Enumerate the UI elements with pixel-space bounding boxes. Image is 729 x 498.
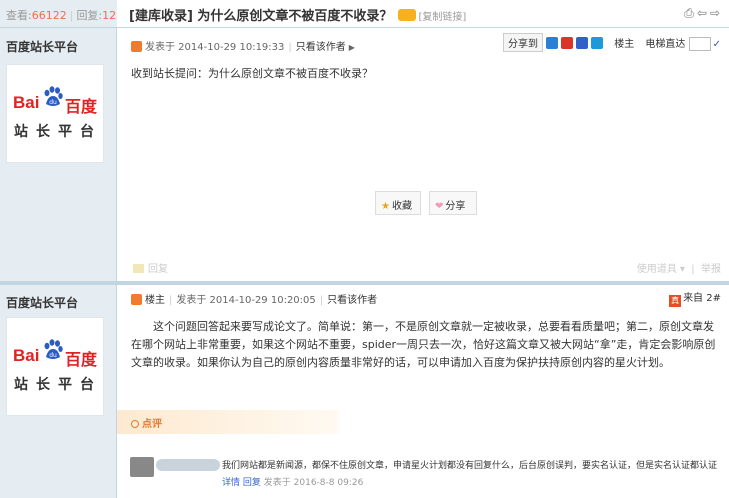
comment-text-block: 我们网站都是新闻源，都保不住原创文章，申请星火计划都没有回复什么，后台原创误判，… xyxy=(222,458,721,492)
only-author-link[interactable]: 只看该作者 xyxy=(327,295,377,306)
favorite-button[interactable]: ★ 收藏 xyxy=(375,191,421,215)
svg-text:du: du xyxy=(49,99,57,106)
thread-header: [建库收录] 为什么原创文章不被百度不收录？ [复制链接] ⎙⇦⇨ xyxy=(117,0,729,28)
avatar-logo-sub: 站长平台 xyxy=(14,124,102,140)
only-author-link[interactable]: 只看该作者 xyxy=(296,42,346,53)
share-label: 分享 xyxy=(445,201,466,212)
avatar[interactable]: Bai du 百度 站长平台 xyxy=(6,64,104,163)
from-label: 来自 xyxy=(683,293,704,304)
commenter-avatar[interactable] xyxy=(130,457,154,477)
post1-meta: 发表于 2014-10-29 10:19:33 | 只看该作者 ▶ xyxy=(131,38,355,53)
comment-head-label: 点评 xyxy=(142,419,162,430)
post2-body: 这个问题回答起来要写成论文了。简单说：第一，不是原创文章就一定被收录，总要看看质… xyxy=(131,320,716,369)
post2-author-panel: 百度站长平台 Bai du 百度 站长平台 xyxy=(0,285,117,498)
share-to-button[interactable]: 分享到 xyxy=(503,33,544,52)
elevator-label: 电梯直达 xyxy=(645,39,686,50)
share-button[interactable]: ❤ 分享 xyxy=(429,191,477,215)
triangle-right-icon: ▶ xyxy=(348,43,355,52)
jump-go-icon[interactable]: ✓ xyxy=(713,39,721,50)
thread-stats: 查看:66122 | 回复:125 xyxy=(0,0,123,28)
comment-detail-link[interactable]: 详情 xyxy=(222,478,240,488)
paw-icon: du xyxy=(44,86,63,106)
avatar-logo-du: 百度 xyxy=(65,350,98,369)
circle-icon xyxy=(131,420,139,428)
print-icon[interactable]: ⎙ xyxy=(684,6,697,20)
floor-badge: 真来自 2# xyxy=(669,289,721,307)
online-status-icon xyxy=(131,294,142,305)
avatar-logo-sub: 站长平台 xyxy=(14,377,102,393)
floor-number[interactable]: 2# xyxy=(706,293,721,304)
floor-owner-label: 楼主 xyxy=(614,39,635,50)
qzone-icon[interactable] xyxy=(546,37,559,49)
paw-icon: du xyxy=(44,339,63,359)
thread-category[interactable]: [建库收录] xyxy=(129,9,193,24)
comment-section-header: 点评 xyxy=(117,410,339,434)
hot-icon xyxy=(398,9,417,21)
report-link[interactable]: 举报 xyxy=(701,264,721,275)
post2-meta: 楼主 | 发表于 2014-10-29 10:20:05 | 只看该作者 xyxy=(131,291,377,306)
comment-time: 发表于 2016-8-8 09:26 xyxy=(263,478,364,488)
author-name[interactable]: 百度站长平台 xyxy=(0,29,117,55)
favorite-label: 收藏 xyxy=(391,201,412,212)
header-tools: ⎙⇦⇨ xyxy=(684,6,723,21)
comment-reply-link[interactable]: 回复 xyxy=(243,478,261,488)
mobile-source-icon: 真 xyxy=(669,295,682,307)
tools-link[interactable]: 使用道具 xyxy=(637,264,677,275)
online-status-icon xyxy=(131,41,142,52)
floor-owner-label: 楼主 xyxy=(145,295,165,306)
commenter-name-redacted xyxy=(156,459,220,471)
floor-jump-input[interactable] xyxy=(688,37,711,51)
comment-text: 我们网站都是新闻源，都保不住原创文章，申请星火计划都没有回复什么，后台原创误判，… xyxy=(222,461,718,471)
copy-link-button[interactable]: [复制链接] xyxy=(418,12,466,23)
post-date: 发表于 2014-10-29 10:19:33 xyxy=(145,42,285,53)
post-date: 发表于 2014-10-29 10:20:05 xyxy=(176,295,316,306)
views-count: 66122 xyxy=(31,9,67,22)
thread-title: [建库收录] 为什么原创文章不被百度不收录？ xyxy=(129,9,392,24)
reply-link[interactable]: 回复 xyxy=(148,264,168,275)
weibo-icon[interactable] xyxy=(561,37,574,49)
avatar-logo-bai: Bai xyxy=(13,346,40,365)
star-icon: ★ xyxy=(381,201,390,212)
share-toolbar: 分享到 楼主 电梯直达 ✓ xyxy=(503,33,721,52)
reply-icon xyxy=(133,264,144,273)
avatar-logo-du: 百度 xyxy=(65,97,98,116)
views-label: 查看: xyxy=(6,9,32,22)
author-name[interactable]: 百度站长平台 xyxy=(0,285,117,311)
post1-body: 收到站长提问：为什么原创文章不被百度不收录？ xyxy=(131,67,373,80)
avatar[interactable]: Bai du 百度 站长平台 xyxy=(6,317,104,416)
thread-title-text: 为什么原创文章不被百度不收录？ xyxy=(197,9,393,24)
svg-text:du: du xyxy=(49,352,57,359)
post1-author-panel: 百度站长平台 Bai du 百度 站长平台 xyxy=(0,29,117,279)
heart-icon: ❤ xyxy=(435,201,444,212)
avatar-logo-bai: Bai xyxy=(13,93,40,112)
prev-icon[interactable]: ⇦ xyxy=(697,6,710,20)
tencent-icon[interactable] xyxy=(591,37,604,49)
replies-label: 回复: xyxy=(76,9,103,22)
post1-footer: 回复 使用道具 ▾ | 举报 xyxy=(133,260,721,275)
next-icon[interactable]: ⇨ xyxy=(710,6,723,20)
baidu-icon[interactable] xyxy=(576,37,589,49)
